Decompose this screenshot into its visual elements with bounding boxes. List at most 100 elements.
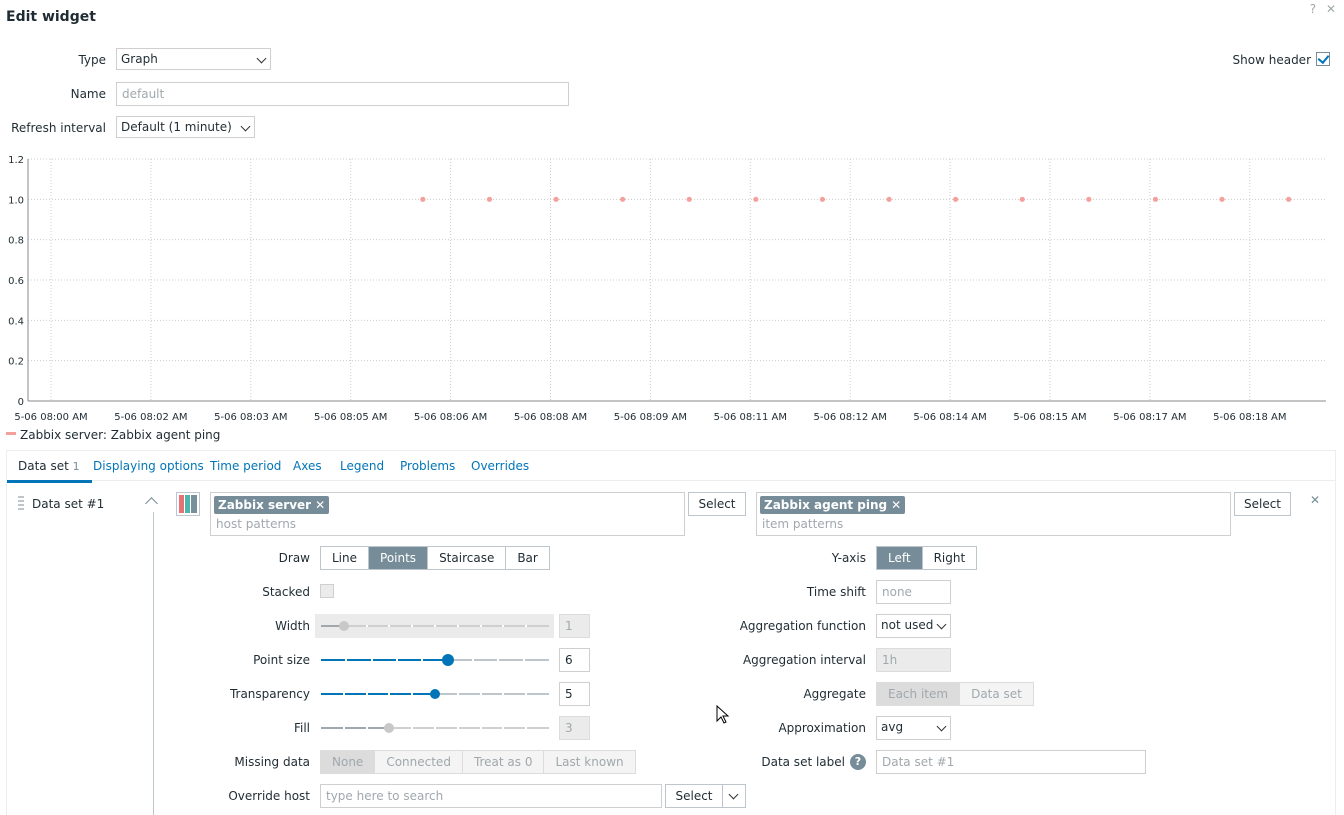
slider-tick [388, 625, 391, 627]
tab-legend[interactable]: Legend [340, 459, 384, 473]
aggregate-option-each-item[interactable]: Each item [877, 683, 961, 705]
missing-option-last-known[interactable]: Last known [544, 751, 634, 773]
yaxis-option-right[interactable]: Right [923, 547, 977, 569]
item-pattern-multiselect[interactable]: Zabbix agent ping ✕ item patterns [756, 492, 1231, 536]
draw-option-points[interactable]: Points [369, 547, 429, 569]
aggregate-option-data-set[interactable]: Data set [960, 683, 1033, 705]
tab-overrides[interactable]: Overrides [471, 459, 529, 473]
slider-handle[interactable] [441, 654, 454, 666]
missing-option-treat-as-0[interactable]: Treat as 0 [463, 751, 545, 773]
override-host-dropdown-button[interactable] [722, 784, 746, 808]
x-tick-label: 5-06 08:14 AM [913, 412, 986, 423]
remove-dataset-icon[interactable]: ✕ [1310, 493, 1320, 507]
slider-track [321, 659, 549, 661]
slider-tick [525, 625, 528, 627]
fill-slider[interactable] [321, 722, 549, 734]
legend-swatch [6, 432, 16, 435]
tab-data-set[interactable]: Data set 1 [7, 459, 92, 483]
override-host-input[interactable]: type here to search [320, 784, 662, 808]
time-shift-placeholder: none [882, 585, 912, 599]
refresh-interval-select[interactable]: Default (1 minute) [116, 116, 255, 138]
slider-tick [479, 693, 482, 695]
aggregation-function-select[interactable]: not used [876, 614, 951, 638]
stacked-label: Stacked [262, 585, 310, 599]
drag-handle-icon[interactable] [18, 496, 24, 512]
slider-tick [472, 659, 474, 661]
slider-tick [388, 693, 391, 695]
transparency-slider[interactable] [321, 688, 549, 700]
x-tick-label: 5-06 08:18 AM [1213, 412, 1286, 423]
data-point [420, 196, 426, 202]
host-pattern-multiselect[interactable]: Zabbix server ✕ host patterns [210, 492, 685, 536]
help-icon[interactable]: ? [850, 754, 866, 770]
data-point [819, 196, 826, 202]
data-point [553, 196, 559, 202]
draw-option-line[interactable]: Line [321, 547, 370, 569]
draw-option-bar[interactable]: Bar [506, 547, 549, 569]
transparency-label: Transparency [229, 687, 310, 701]
slider-tick [456, 625, 459, 627]
remove-tag-icon[interactable]: ✕ [315, 498, 325, 512]
dataset-label-input[interactable]: Data set #1 [876, 750, 1146, 774]
host-select-button[interactable]: Select [688, 492, 746, 516]
missing-option-none[interactable]: None [321, 751, 376, 773]
override-host-placeholder: type here to search [326, 789, 444, 803]
width-slider[interactable] [321, 620, 549, 632]
approximation-value: avg [881, 720, 904, 734]
type-select-value: Graph [121, 52, 158, 66]
slider-tick [365, 625, 368, 627]
missing-option-connected[interactable]: Connected [375, 751, 463, 773]
yaxis-segmented-control: Left Right [876, 546, 978, 570]
tab-problems[interactable]: Problems [400, 459, 455, 473]
aggregation-interval-label: Aggregation interval [742, 653, 866, 667]
approximation-select[interactable]: avg [876, 716, 951, 740]
slider-tick [456, 727, 459, 729]
dataset-color-picker[interactable] [176, 492, 200, 516]
mouse-cursor-icon [716, 705, 730, 724]
type-select[interactable]: Graph [116, 48, 271, 70]
data-point [1019, 196, 1025, 202]
item-select-button[interactable]: Select [1234, 492, 1291, 516]
name-placeholder: default [122, 87, 165, 101]
tab-data-set-count: 1 [72, 460, 80, 473]
x-tick-label: 5-06 08:08 AM [514, 412, 587, 423]
slider-handle[interactable] [430, 689, 440, 699]
x-tick-label: 5-06 08:11 AM [714, 412, 787, 423]
slider-tick [434, 625, 436, 627]
point-size-input[interactable]: 6 [559, 648, 590, 672]
fill-input[interactable]: 3 [559, 716, 590, 740]
x-tick-label: 5-06 08:17 AM [1113, 412, 1186, 423]
name-input[interactable]: default [116, 82, 569, 106]
time-shift-input[interactable]: none [876, 580, 951, 604]
close-icon[interactable]: ✕ [1326, 2, 1336, 16]
yaxis-option-left[interactable]: Left [877, 547, 923, 569]
point-size-slider[interactable] [321, 654, 549, 666]
width-input[interactable]: 1 [559, 614, 590, 638]
aggregation-interval-input[interactable]: 1h [876, 648, 951, 672]
help-icon[interactable]: ? [1310, 2, 1316, 16]
tab-axes[interactable]: Axes [293, 459, 322, 473]
show-header-checkbox[interactable] [1316, 51, 1330, 66]
yaxis-label: Y-axis [831, 551, 866, 565]
chevron-down-icon [936, 721, 947, 732]
type-label: Type [78, 53, 106, 67]
slider-handle[interactable] [384, 723, 395, 733]
color-swatch [191, 495, 197, 513]
name-label: Name [70, 87, 106, 101]
slider-tick [411, 727, 414, 729]
override-host-label: Override host [228, 789, 310, 803]
data-point [686, 196, 692, 202]
slider-tick [396, 659, 398, 661]
x-tick-label: 5-06 08:00 AM [14, 412, 87, 423]
tab-time-period[interactable]: Time period [210, 459, 281, 473]
draw-option-staircase[interactable]: Staircase [428, 547, 507, 569]
dataset-label-label: Data set label [761, 755, 845, 769]
host-tag: Zabbix server ✕ [214, 496, 330, 514]
tab-displaying-options[interactable]: Displaying options [93, 459, 204, 473]
override-host-select-button[interactable]: Select [665, 784, 723, 808]
slider-handle[interactable] [338, 621, 349, 631]
stacked-checkbox[interactable] [320, 584, 334, 598]
transparency-input[interactable]: 5 [559, 682, 590, 706]
collapse-chevron-icon[interactable] [145, 497, 158, 510]
remove-tag-icon[interactable]: ✕ [891, 498, 901, 512]
